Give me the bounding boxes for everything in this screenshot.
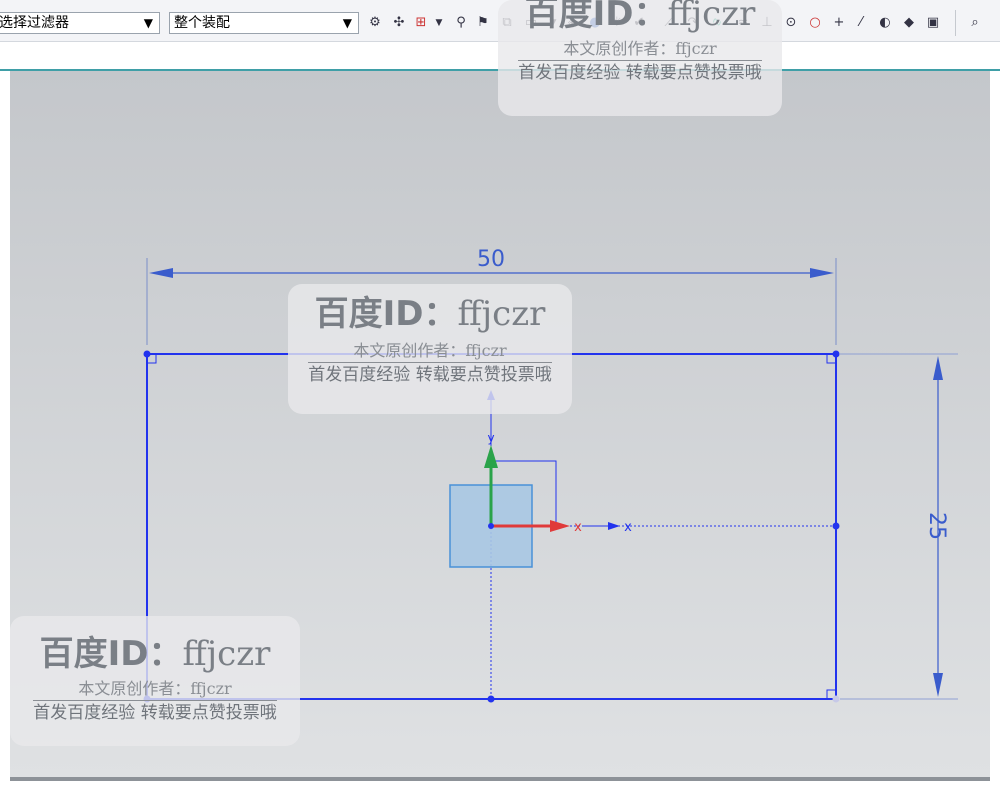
height-dimension[interactable]: 25 xyxy=(840,353,958,700)
dimension-arrow xyxy=(810,268,834,278)
corner-point[interactable] xyxy=(832,695,840,703)
x-axis-arrow xyxy=(550,520,570,532)
dimension-arrow xyxy=(149,268,173,278)
width-dimension-value[interactable]: 50 xyxy=(477,247,505,272)
width-dimension[interactable]: 50 xyxy=(146,247,837,345)
corner-point[interactable] xyxy=(143,695,151,703)
y-axis-label: y xyxy=(487,431,494,445)
corner-point[interactable] xyxy=(832,350,840,358)
sketch-canvas[interactable]: 50 25 x y x xyxy=(0,0,1000,788)
sketch-x-axis-label: x xyxy=(624,520,632,535)
dimension-arrow xyxy=(933,673,943,697)
height-dimension-value[interactable]: 25 xyxy=(924,512,949,540)
x-axis-label: x xyxy=(574,520,582,535)
sketch-x-axis-arrow xyxy=(608,522,620,530)
dimension-arrow xyxy=(933,356,943,380)
origin-point[interactable] xyxy=(488,523,494,529)
sketch-y-axis-arrow xyxy=(487,390,495,400)
y-axis-arrow xyxy=(484,445,498,468)
corner-point[interactable] xyxy=(143,350,151,358)
